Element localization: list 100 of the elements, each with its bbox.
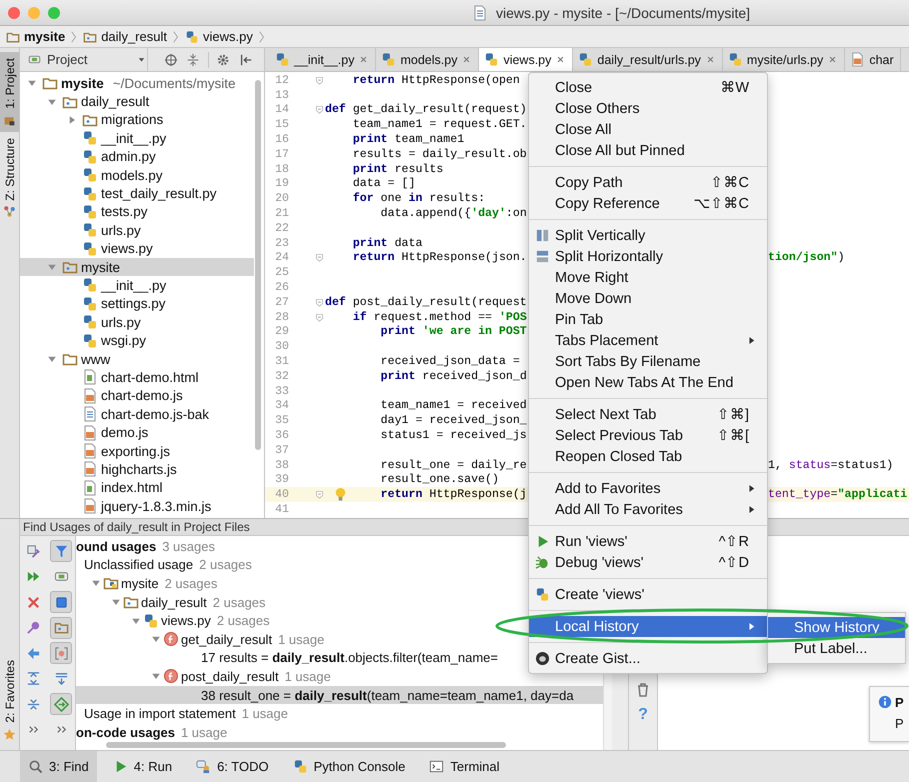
tree-item[interactable]: admin.py — [20, 148, 254, 166]
tree-item[interactable]: daily_result — [20, 92, 254, 111]
fold-marker-icon[interactable] — [314, 104, 324, 116]
usage-row[interactable]: 38 result_one = daily_result(team_name=team_name1, day=da — [76, 686, 603, 704]
collapse-icon[interactable] — [186, 52, 200, 66]
tree-item[interactable]: settings.py — [20, 294, 254, 314]
fold-marker-icon[interactable] — [314, 74, 324, 86]
tool-window-button[interactable]: Terminal — [421, 751, 508, 782]
toolbar-button[interactable] — [50, 616, 72, 638]
tree-item[interactable]: wsgi.py — [20, 331, 254, 350]
js-file-icon — [82, 388, 98, 404]
usage-row[interactable]: post_daily_result 1 usage — [76, 667, 331, 686]
menu-item[interactable]: Add All To Favorites — [529, 499, 767, 520]
tree-item[interactable]: models.py — [20, 166, 254, 184]
tree-item[interactable]: highcharts.js — [20, 460, 254, 479]
menu-item[interactable]: Open New Tabs At The End — [529, 372, 767, 393]
menu-item[interactable]: Select Previous Tab ⇧⌘[ — [529, 425, 767, 446]
menu-item[interactable]: Close ⌘W — [529, 77, 767, 98]
menu-item[interactable]: Run 'views' ^⇧R — [529, 531, 767, 552]
tree-item[interactable]: migrations — [20, 110, 254, 130]
fold-marker-icon[interactable] — [314, 296, 324, 308]
hide-icon[interactable] — [239, 52, 253, 66]
menu-item[interactable]: Copy Reference ⌥⇧⌘C — [529, 193, 767, 214]
scrollbar[interactable] — [106, 742, 506, 748]
menu-item[interactable]: Debug 'views' ^⇧D — [529, 552, 767, 573]
editor-tab[interactable]: __init__.py — [270, 48, 376, 71]
toolbar-button[interactable] — [50, 642, 72, 664]
toolbar-button[interactable] — [50, 591, 72, 613]
menu-item[interactable]: Split Horizontally — [529, 246, 767, 267]
tree-item[interactable]: www — [20, 350, 254, 368]
usage-row[interactable]: Unclassified usage 2 usages — [76, 556, 252, 574]
tree-item[interactable]: views.py — [20, 240, 254, 258]
side-tab[interactable]: 1: Project — [0, 52, 19, 132]
toolbar-button[interactable] — [50, 540, 72, 562]
tool-window-button[interactable]: 6: TODO — [188, 751, 277, 782]
usage-row[interactable]: get_daily_result 1 usage — [76, 630, 324, 649]
tree-item[interactable]: chart-demo.html — [20, 368, 254, 387]
split-vertical-icon — [535, 228, 550, 243]
view-dropdown[interactable]: Project — [20, 48, 148, 71]
menu-item[interactable]: Copy Path ⇧⌘C — [529, 172, 767, 193]
notification-popup[interactable]: P P — [869, 686, 909, 742]
menu-item[interactable]: Sort Tabs By Filename — [529, 351, 767, 372]
menu-item[interactable]: Put Label... — [768, 638, 905, 659]
usage-row[interactable]: Usage in import statement 1 usage — [76, 704, 288, 723]
menu-item[interactable]: Add to Favorites — [529, 478, 767, 499]
fold-marker-icon[interactable] — [314, 489, 324, 500]
tree-item[interactable]: jquery-1.8.3.min.js — [20, 496, 254, 516]
breadcrumb[interactable]: mysite — [6, 29, 66, 44]
breadcrumb[interactable]: views.py — [184, 29, 253, 44]
menu-item[interactable]: Pin Tab — [529, 309, 767, 330]
tree-item[interactable]: chart-demo.js — [20, 386, 254, 406]
menu-item[interactable]: Split Vertically — [529, 225, 767, 246]
tree-item[interactable]: index.html — [20, 478, 254, 497]
close-button[interactable] — [8, 6, 20, 18]
usage-row[interactable]: views.py 2 usages — [76, 611, 270, 630]
editor-tab[interactable]: views.py — [479, 48, 574, 71]
menu-item[interactable]: Move Down — [529, 288, 767, 309]
breadcrumb[interactable]: daily_result — [83, 29, 167, 44]
trash-icon[interactable] — [635, 682, 651, 698]
tree-item[interactable]: urls.py — [20, 221, 254, 240]
tool-window-button[interactable]: Python Console — [284, 751, 414, 782]
tree-item[interactable]: mysite ~/Documents/mysite — [20, 74, 254, 92]
menu-item[interactable]: Close Others — [529, 98, 767, 119]
usage-row[interactable]: daily_result 2 usages — [76, 592, 266, 612]
menu-item[interactable]: Select Next Tab ⇧⌘] — [529, 404, 767, 425]
tree-item[interactable]: __init__.py — [20, 129, 254, 148]
editor-tab[interactable]: mysite/urls.py — [722, 48, 846, 71]
zoom-button[interactable] — [48, 6, 60, 18]
menu-item[interactable]: Close All but Pinned — [529, 140, 767, 161]
toolbar-button[interactable] — [50, 693, 72, 715]
tree-item[interactable]: mysite — [20, 258, 254, 276]
editor-tab[interactable]: char — [845, 48, 901, 71]
usage-row[interactable]: on-code usages 1 usage — [76, 722, 228, 742]
usage-row[interactable]: 17 results = daily_result.objects.filter(team_name= — [76, 648, 498, 668]
tree-item[interactable]: test_daily_result.py — [20, 184, 254, 203]
tool-window-button[interactable]: 3: Find — [20, 751, 97, 782]
crosshair-icon[interactable] — [164, 52, 178, 66]
menu-item[interactable]: Move Right — [529, 267, 767, 288]
tree-item[interactable]: tests.py — [20, 202, 254, 222]
fold-marker-icon[interactable] — [314, 252, 324, 264]
side-tab[interactable]: Z: Structure — [0, 132, 19, 224]
scrollbar[interactable] — [255, 80, 261, 450]
tree-item[interactable]: demo.js — [20, 423, 254, 442]
side-tab[interactable]: 2: Favorites — [0, 654, 19, 746]
tree-item[interactable]: urls.py — [20, 313, 254, 332]
editor-tab[interactable]: daily_result/urls.py — [573, 48, 723, 71]
tree-item[interactable]: chart-demo.js-bak — [20, 405, 254, 424]
menu-item[interactable]: Show History — [768, 617, 905, 638]
tool-window-button[interactable]: 4: Run — [104, 751, 180, 782]
tree-item[interactable]: exporting.js — [20, 442, 254, 460]
settings-icon[interactable] — [217, 52, 231, 66]
usage-row[interactable]: mysite 2 usages — [76, 574, 218, 593]
fold-marker-icon[interactable] — [314, 312, 324, 323]
menu-item[interactable]: Create 'views' — [529, 584, 767, 605]
menu-item[interactable]: Tabs Placement — [529, 330, 767, 351]
tree-item[interactable]: __init__.py — [20, 276, 254, 295]
usage-row[interactable]: ound usages 3 usages — [76, 537, 215, 556]
menu-item[interactable]: Reopen Closed Tab — [529, 446, 767, 467]
menu-item[interactable]: Close All — [529, 119, 767, 140]
lightbulb-icon[interactable] — [333, 487, 348, 502]
